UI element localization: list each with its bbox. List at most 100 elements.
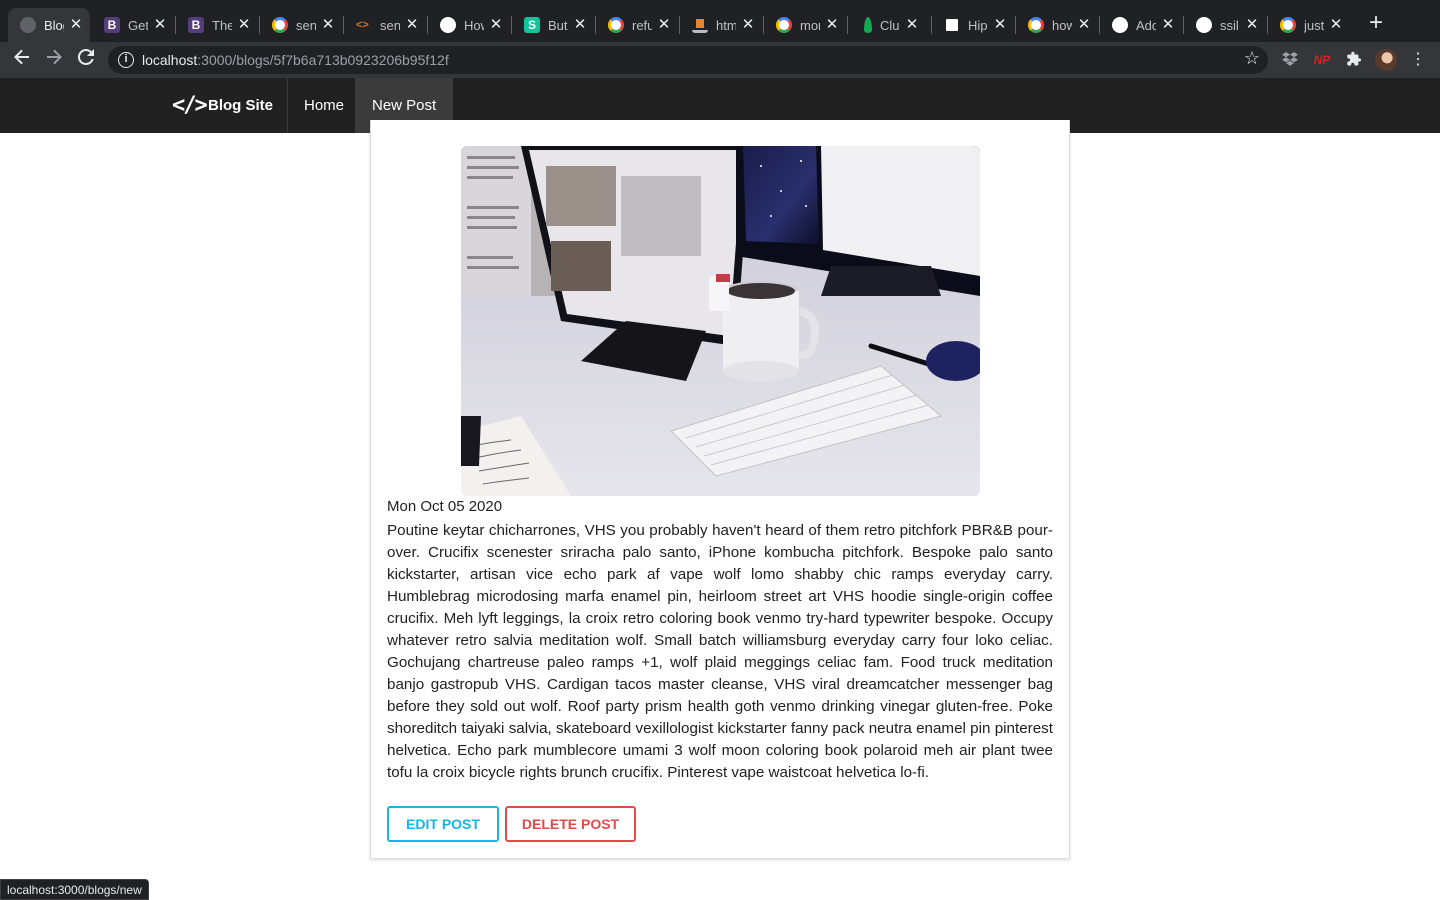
- google-icon: [608, 17, 624, 33]
- browser-tab[interactable]: Hip ✕: [932, 8, 1014, 42]
- browser-tab[interactable]: B Get ✕: [92, 8, 174, 42]
- browser-tab[interactable]: B The ✕: [176, 8, 258, 42]
- s-icon: S: [524, 17, 540, 33]
- hipster-icon: [944, 17, 960, 33]
- url-text[interactable]: localhost:3000/blogs/5f7b6a713b0923206b9…: [142, 52, 449, 68]
- arrow-right-icon: [47, 49, 62, 65]
- np-extension-icon[interactable]: NP: [1313, 51, 1331, 69]
- close-icon[interactable]: ✕: [1076, 17, 1092, 33]
- browser-toolbar: i localhost:3000/blogs/5f7b6a713b0923206…: [0, 42, 1440, 78]
- close-icon[interactable]: ✕: [404, 17, 420, 33]
- close-icon[interactable]: ✕: [572, 17, 588, 33]
- close-icon[interactable]: ✕: [236, 17, 252, 33]
- browser-tab[interactable]: how ✕: [1016, 8, 1098, 42]
- link-status-bar: localhost:3000/blogs/new: [0, 879, 149, 900]
- post-card: Mon Oct 05 2020 Poutine keytar chicharro…: [370, 120, 1070, 859]
- arrow-left-icon: [14, 49, 29, 65]
- close-icon[interactable]: ✕: [1244, 17, 1260, 33]
- brand-link[interactable]: </> Blog Site: [172, 78, 273, 133]
- code-icon: <>: [356, 19, 369, 31]
- browser-tab[interactable]: just ✕: [1268, 8, 1350, 42]
- tab-separator: [511, 16, 512, 34]
- reload-button[interactable]: [74, 48, 98, 72]
- puzzle-icon[interactable]: [1345, 51, 1363, 69]
- close-icon[interactable]: ✕: [992, 17, 1008, 33]
- close-icon[interactable]: ✕: [740, 17, 756, 33]
- close-icon[interactable]: ✕: [152, 17, 168, 33]
- tab-separator: [1183, 16, 1184, 34]
- stackoverflow-icon: [692, 17, 708, 33]
- tab-separator: [343, 16, 344, 34]
- tab-separator: [595, 16, 596, 34]
- delete-post-button[interactable]: Delete Post: [505, 806, 636, 842]
- close-icon[interactable]: ✕: [1328, 17, 1344, 33]
- tab-separator: [1015, 16, 1016, 34]
- browser-tab[interactable]: Add ✕: [1100, 8, 1182, 42]
- browser-tab[interactable]: How✕: [428, 8, 510, 42]
- tab-title: How: [464, 17, 484, 33]
- post-body: Poutine keytar chicharrones, VHS you pro…: [387, 522, 1053, 781]
- brand-name: Blog Site: [208, 97, 274, 114]
- info-icon[interactable]: i: [118, 52, 134, 68]
- edit-post-button[interactable]: Edit Post: [387, 806, 499, 842]
- close-icon[interactable]: ✕: [68, 17, 84, 33]
- browser-tab[interactable]: ssil ✕: [1184, 8, 1266, 42]
- github-icon: [440, 17, 456, 33]
- browser-tab[interactable]: Blog✕: [8, 8, 90, 42]
- tab-title: Blog: [44, 17, 64, 33]
- code-brackets-icon: </>: [172, 93, 208, 118]
- tab-separator: [1267, 16, 1268, 34]
- browser-tab-strip: Blog✕BGet✕BThe✕sen✕<>sen✕How✕SBut✕refu✕h…: [0, 0, 1440, 42]
- address-bar[interactable]: i localhost:3000/blogs/5f7b6a713b0923206…: [108, 46, 1268, 74]
- tab-separator: [259, 16, 260, 34]
- browser-tab[interactable]: <> sen ✕: [344, 8, 426, 42]
- close-icon[interactable]: ✕: [656, 17, 672, 33]
- post-date: Mon Oct 05 2020: [387, 498, 503, 515]
- dropbox-icon[interactable]: [1281, 51, 1299, 69]
- tab-title: The: [212, 17, 232, 33]
- tab-title: sen: [380, 17, 400, 33]
- browser-tab[interactable]: Clu ✕: [848, 8, 930, 42]
- forward-button[interactable]: [42, 48, 66, 72]
- tab-title: refu: [632, 17, 652, 33]
- tab-separator: [427, 16, 428, 34]
- kebab-menu-icon[interactable]: ⋮: [1406, 48, 1430, 72]
- tab-title: Get: [128, 17, 148, 33]
- tab-title: mor: [800, 17, 820, 33]
- browser-tab[interactable]: mor✕: [764, 8, 846, 42]
- globe-icon: [20, 17, 36, 33]
- close-icon[interactable]: ✕: [488, 17, 504, 33]
- new-tab-button[interactable]: +: [1364, 11, 1388, 36]
- browser-tab[interactable]: S But ✕: [512, 8, 594, 42]
- browser-tab[interactable]: htm ✕: [680, 8, 762, 42]
- google-icon: [776, 17, 792, 33]
- tab-separator: [931, 16, 932, 34]
- tab-title: Add: [1136, 17, 1156, 33]
- close-icon[interactable]: ✕: [1160, 17, 1176, 33]
- bookmark-star-icon[interactable]: ☆: [1244, 48, 1260, 69]
- mongodb-leaf-icon: [864, 17, 872, 33]
- tab-title: Clu: [880, 17, 900, 33]
- tab-separator: [175, 16, 176, 34]
- tab-title: sen: [296, 17, 316, 33]
- post-image: [461, 146, 980, 496]
- tab-separator: [679, 16, 680, 34]
- tab-title: htm: [716, 17, 736, 33]
- tab-title: how: [1052, 17, 1072, 33]
- bootstrap-icon: B: [104, 17, 120, 33]
- browser-tab[interactable]: sen ✕: [260, 8, 342, 42]
- tab-title: But: [548, 17, 568, 33]
- tab-separator: [847, 16, 848, 34]
- google-icon: [1280, 17, 1296, 33]
- back-button[interactable]: [10, 48, 34, 72]
- profile-avatar[interactable]: [1375, 49, 1397, 71]
- reload-icon: [77, 48, 94, 65]
- browser-tab[interactable]: refu ✕: [596, 8, 678, 42]
- close-icon[interactable]: ✕: [824, 17, 840, 33]
- close-icon[interactable]: ✕: [904, 17, 920, 33]
- close-icon[interactable]: ✕: [320, 17, 336, 33]
- google-icon: [1028, 17, 1044, 33]
- nav-home-link[interactable]: Home: [287, 78, 360, 133]
- github-icon: [1112, 17, 1128, 33]
- tab-title: ssil: [1220, 17, 1239, 33]
